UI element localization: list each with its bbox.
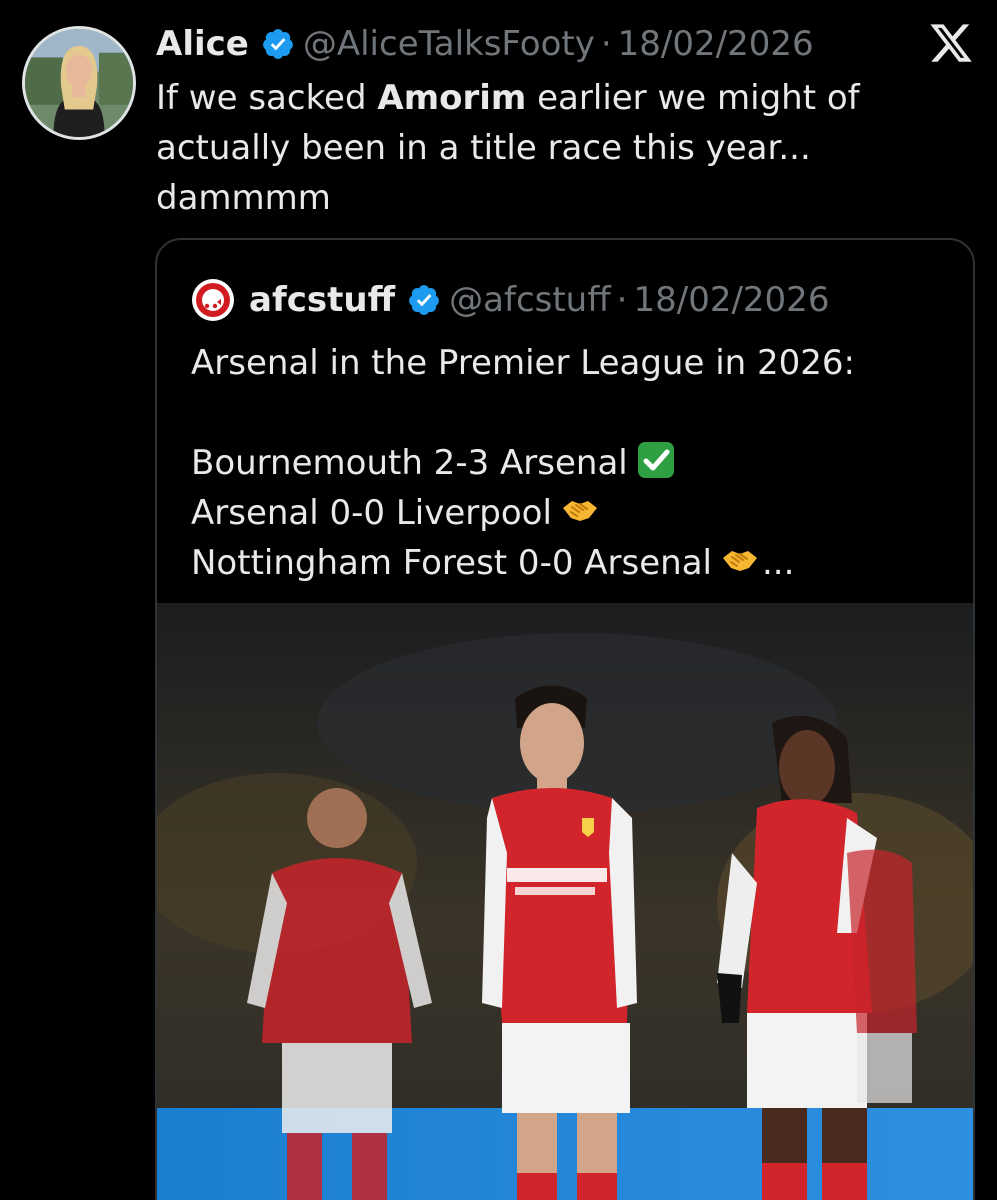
quoted-author-handle[interactable]: @afcstuff xyxy=(449,280,611,320)
tweet-text-post: earlier we might of xyxy=(526,78,860,118)
result-text: Bournemouth 2-3 Arsenal xyxy=(191,443,628,483)
afcstuff-avatar-icon[interactable] xyxy=(191,278,235,322)
tweet-date[interactable]: 18/02/2026 xyxy=(618,24,814,64)
avatar-photo xyxy=(25,29,133,137)
verified-badge-icon xyxy=(261,27,295,61)
tweet-text-pre: If we sacked xyxy=(156,78,378,118)
x-logo-icon xyxy=(928,20,974,66)
author-handle[interactable]: @AliceTalksFooty xyxy=(303,24,595,64)
result-text: Arsenal 0-0 Liverpool xyxy=(191,493,552,533)
separator-dot: · xyxy=(616,280,628,320)
tweet-screen: Alice @AliceTalksFooty · 18/02/2026 If w… xyxy=(0,0,997,1200)
quoted-author-name[interactable]: afcstuff xyxy=(249,280,395,320)
result-line-2: Arsenal 0-0 Liverpool xyxy=(191,488,951,538)
tweet-text-line-2: actually been in a title race this year.… xyxy=(156,128,811,168)
result-line-1: Bournemouth 2-3 Arsenal xyxy=(191,438,951,488)
tweet-header: Alice @AliceTalksFooty · 18/02/2026 xyxy=(156,22,814,66)
truncation-ellipsis[interactable]: ... xyxy=(762,543,794,583)
handshake-emoji xyxy=(560,490,600,530)
tweet-text: If we sacked Amorim earlier we might of … xyxy=(156,73,916,223)
handshake-emoji xyxy=(720,540,760,580)
tweet-text-line-1: If we sacked Amorim earlier we might of xyxy=(156,73,916,123)
tweet-text-line-3: dammmm xyxy=(156,178,331,218)
quoted-blank-line xyxy=(191,388,951,438)
quoted-tweet-card[interactable]: afcstuff @afcstuff · 18/02/2026 Arsenal … xyxy=(155,238,975,1200)
quoted-tweet-header: afcstuff @afcstuff · 18/02/2026 xyxy=(191,277,829,323)
author-avatar[interactable] xyxy=(22,26,136,140)
quoted-tweet-photo[interactable] xyxy=(157,603,973,1200)
arsenal-players-photo xyxy=(157,603,973,1200)
quoted-tweet-date[interactable]: 18/02/2026 xyxy=(633,280,829,320)
result-line-3: Nottingham Forest 0-0 Arsenal... xyxy=(191,538,951,588)
result-text: Nottingham Forest 0-0 Arsenal xyxy=(191,543,712,583)
quoted-text-line-1: Arsenal in the Premier League in 2026: xyxy=(191,343,855,383)
verified-badge-icon xyxy=(407,283,441,317)
separator-dot: · xyxy=(600,24,612,64)
check-mark-button-emoji xyxy=(636,440,676,480)
author-name[interactable]: Alice xyxy=(156,24,249,64)
quoted-tweet-text: Arsenal in the Premier League in 2026: B… xyxy=(191,338,951,588)
tweet-text-bold: Amorim xyxy=(377,78,527,118)
